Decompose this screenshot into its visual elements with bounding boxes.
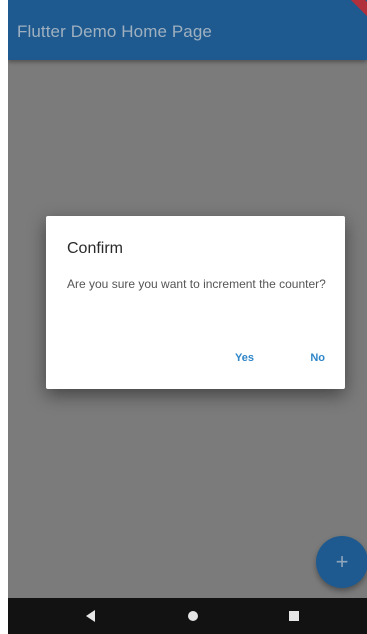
dialog-message: Are you sure you want to increment the c… [67,277,326,291]
dialog-title: Confirm [67,240,124,257]
recents-icon[interactable] [289,611,299,621]
system-nav-bar [8,598,367,634]
back-icon[interactable] [86,610,95,622]
app-bar: Flutter Demo Home Page [8,0,367,60]
phone-screen: Flutter Demo Home Page + Confirm Are you… [8,0,367,634]
add-icon: + [335,549,349,574]
no-button[interactable]: No [310,352,325,364]
confirm-dialog: Confirm Are you sure you want to increme… [46,216,345,389]
yes-button[interactable]: Yes [235,352,254,364]
debug-banner [343,0,367,21]
home-icon[interactable] [188,611,198,621]
app-bar-title: Flutter Demo Home Page [17,22,212,41]
add-fab-button[interactable]: + [316,536,367,588]
